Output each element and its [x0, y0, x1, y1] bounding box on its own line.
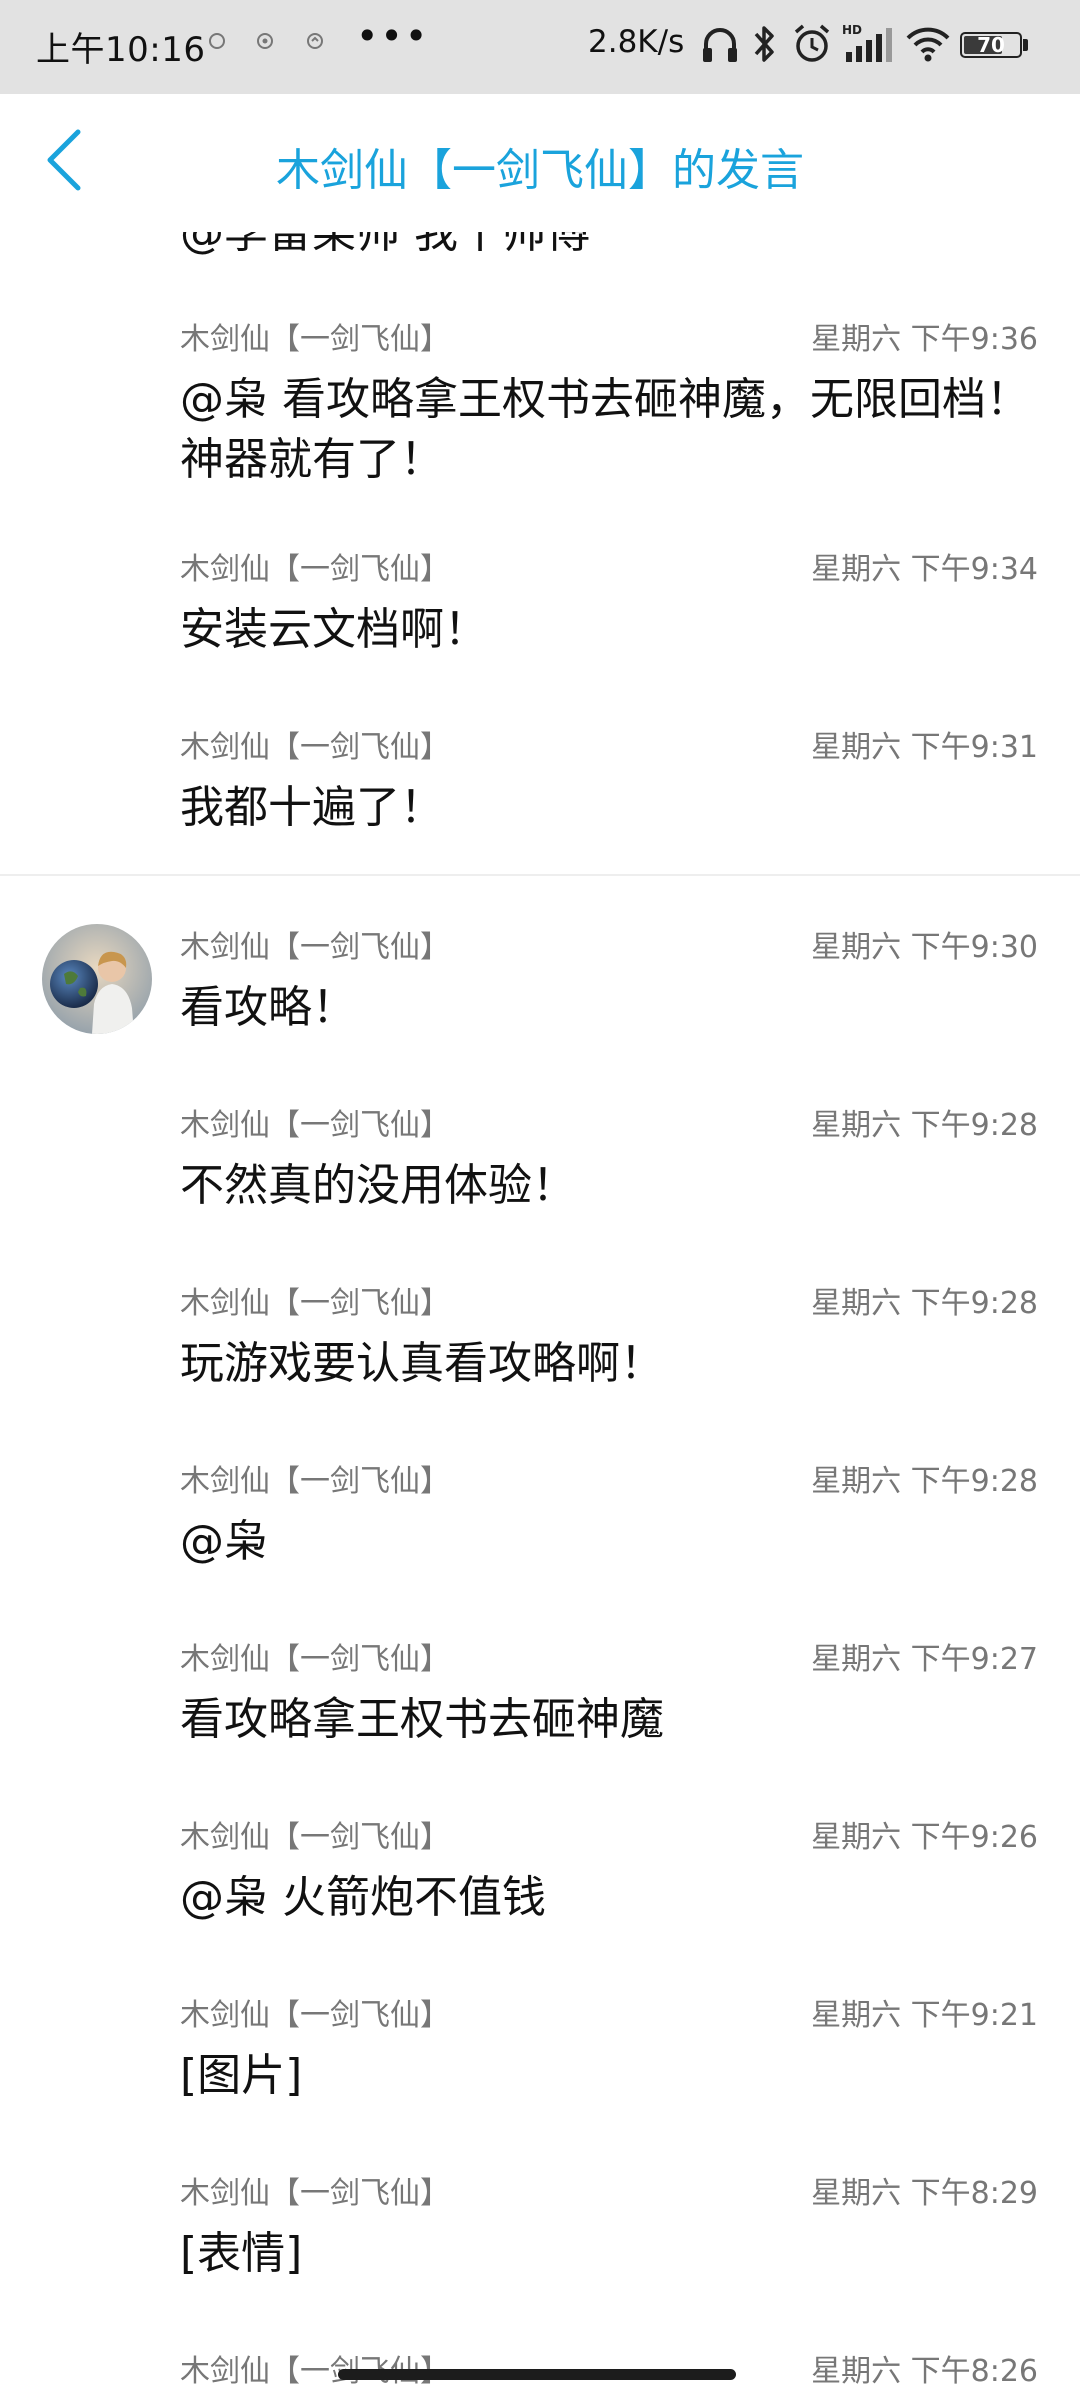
- sender-name: 木剑仙【一剑飞仙】: [180, 1108, 450, 1143]
- message-list[interactable]: @李雷某帅 我十帅傅 木剑仙【一剑飞仙】 星期六 下午9:36 @枭 看攻略拿王…: [0, 232, 1080, 2400]
- sender-name: 木剑仙【一剑飞仙】: [180, 552, 450, 587]
- message-text: 安装云文档啊！: [180, 604, 488, 655]
- message-time: 星期六 下午9:28: [811, 1108, 1038, 1143]
- status-bar: 上午10:16 ••• 2.8K/s HD 70: [0, 0, 1080, 94]
- message-time: 星期六 下午9:30: [811, 930, 1038, 965]
- message-time: 星期六 下午9:28: [811, 1286, 1038, 1321]
- alarm-icon: [794, 24, 830, 62]
- sender-name: 木剑仙【一剑飞仙】: [180, 1286, 450, 1321]
- message-time: 星期六 下午9:36: [811, 322, 1038, 357]
- message-time: 星期六 下午9:31: [811, 730, 1038, 765]
- message-time: 星期六 下午8:26: [811, 2354, 1038, 2389]
- partial-message: @李雷某帅 我十帅傅: [180, 232, 590, 258]
- avatar-image: [42, 924, 152, 1034]
- svg-text:HD: HD: [842, 23, 862, 37]
- sender-name: 木剑仙【一剑飞仙】: [180, 1464, 450, 1499]
- sender-name: 木剑仙【一剑飞仙】: [180, 730, 450, 765]
- message-text: @枭: [180, 1516, 268, 1567]
- sender-name: 木剑仙【一剑飞仙】: [180, 1998, 450, 2033]
- message-time: 星期六 下午8:29: [811, 2176, 1038, 2211]
- hd-signal-icon: HD: [842, 23, 892, 62]
- message-time: 星期六 下午9:21: [811, 1998, 1038, 2033]
- message-text: [图片]: [180, 2050, 303, 2101]
- message-text: [表情]: [180, 2228, 303, 2279]
- status-time: 上午10:16: [36, 30, 206, 70]
- message-text: 看攻略！: [180, 982, 356, 1033]
- sender-name: 木剑仙【一剑飞仙】: [180, 930, 450, 965]
- more-notifications-dots: •••: [356, 14, 430, 58]
- notification-icon: [307, 33, 323, 49]
- message-text: 不然真的没用体验！: [180, 1160, 576, 1211]
- notification-icon: [209, 33, 225, 49]
- message-time: 星期六 下午9:28: [811, 1464, 1038, 1499]
- divider: [0, 874, 1080, 876]
- battery-tip: [1023, 39, 1028, 51]
- sender-name: 木剑仙【一剑飞仙】: [180, 1820, 450, 1855]
- network-speed: 2.8K/s: [588, 24, 685, 60]
- message-time: 星期六 下午9:26: [811, 1820, 1038, 1855]
- battery-icon: 70: [960, 32, 1022, 58]
- avatar[interactable]: [42, 924, 152, 1034]
- message-text: @枭 看攻略拿王权书去砸神魔，无限回档！神器就有了！: [180, 374, 1030, 485]
- page-title: 木剑仙【一剑飞仙】的发言: [276, 145, 804, 196]
- sender-name: 木剑仙【一剑飞仙】: [180, 322, 450, 357]
- sender-name: 木剑仙【一剑飞仙】: [180, 2354, 450, 2389]
- notification-icon: [257, 33, 273, 49]
- message-text: @枭 火箭炮不值钱: [180, 1872, 546, 1923]
- headphones-icon: [703, 28, 737, 62]
- home-indicator[interactable]: [338, 2369, 736, 2380]
- message-time: 星期六 下午9:27: [811, 1642, 1038, 1677]
- message-time: 星期六 下午9:34: [811, 552, 1038, 587]
- bluetooth-icon: [754, 26, 774, 62]
- sender-name: 木剑仙【一剑飞仙】: [180, 1642, 450, 1677]
- header: 木剑仙【一剑飞仙】的发言: [0, 94, 1080, 232]
- message-text: 我都十遍了！: [180, 782, 444, 833]
- battery-level: 70: [977, 33, 1005, 57]
- wifi-icon: [906, 27, 950, 62]
- message-text: 玩游戏要认真看攻略啊！: [180, 1338, 664, 1389]
- sender-name: 木剑仙【一剑飞仙】: [180, 2176, 450, 2211]
- message-text: 看攻略拿王权书去砸神魔: [180, 1694, 664, 1745]
